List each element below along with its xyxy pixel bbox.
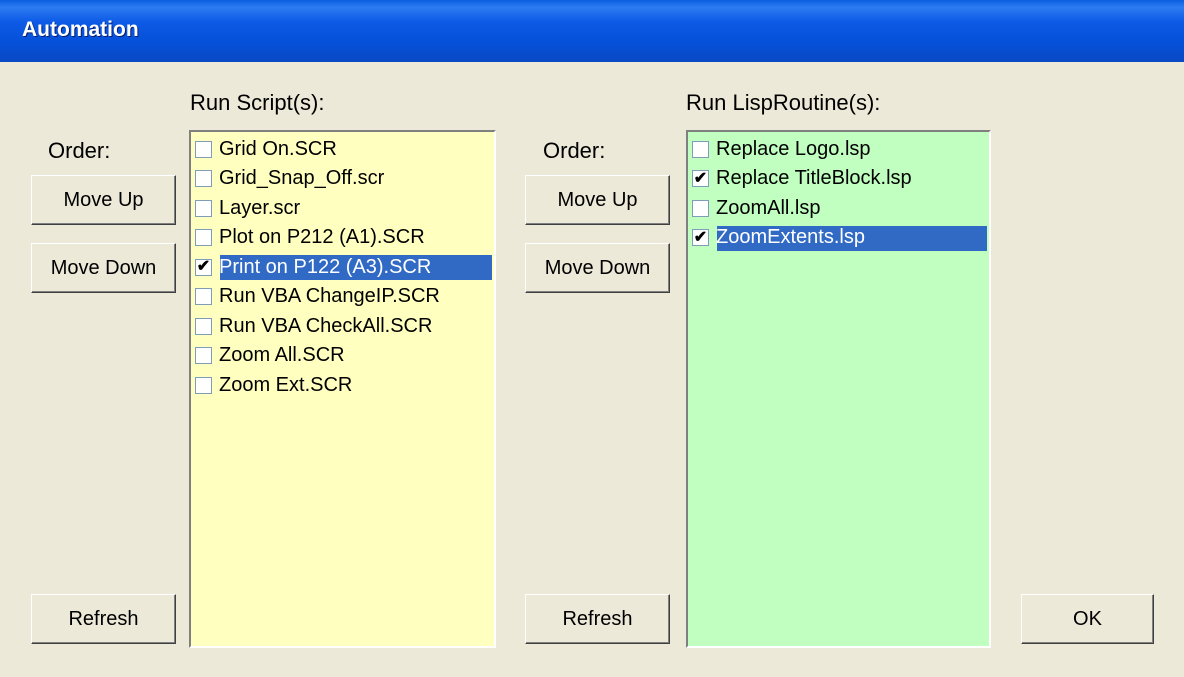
list-item-label: Grid_Snap_Off.scr <box>219 167 385 189</box>
list-item-label: Replace TitleBlock.lsp <box>716 167 912 189</box>
list-item[interactable]: Plot on P212 (A1).SCR <box>195 225 427 251</box>
list-item[interactable]: ✔ Replace TitleBlock.lsp <box>692 166 914 192</box>
checkbox[interactable] <box>195 199 212 217</box>
list-item[interactable]: Grid On.SCR <box>195 136 339 162</box>
scripts-order-label: Order: <box>48 138 111 163</box>
list-item-label: Grid On.SCR <box>219 137 337 160</box>
scripts-refresh-button[interactable]: Refresh <box>31 594 176 644</box>
checkbox[interactable] <box>195 140 212 158</box>
list-item[interactable]: ZoomAll.lsp <box>692 195 822 221</box>
checkbox[interactable]: ✔ <box>692 170 709 187</box>
checkbox[interactable] <box>195 170 212 187</box>
checkbox[interactable] <box>195 288 212 305</box>
list-item-label: Plot on P212 (A1).SCR <box>219 226 425 248</box>
lisp-order-label: Order: <box>543 138 606 163</box>
list-item[interactable]: Run VBA CheckAll.SCR <box>195 313 434 339</box>
list-item-label: Replace Logo.lsp <box>716 137 871 160</box>
checkbox[interactable] <box>692 140 709 158</box>
lisp-refresh-button[interactable]: Refresh <box>525 594 670 644</box>
run-lisp-header: Run LispRoutine(s): <box>686 90 881 115</box>
list-item[interactable]: ✔ Print on P122 (A3).SCR <box>195 254 433 280</box>
title-bar[interactable]: Automation <box>0 0 1184 62</box>
list-item[interactable]: Replace Logo.lsp <box>692 136 873 162</box>
scripts-listbox[interactable]: Grid On.SCR Grid_Snap_Off.scr Layer.scr Plo… <box>189 130 496 648</box>
list-item-label: Run VBA CheckAll.SCR <box>219 314 433 337</box>
list-item-label: Run VBA ChangeIP.SCR <box>219 285 440 307</box>
list-item-label: ZoomAll.lsp <box>716 196 821 219</box>
checkbox[interactable]: ✔ <box>195 258 212 276</box>
ok-button[interactable]: OK <box>1021 594 1154 644</box>
checkbox[interactable] <box>195 376 212 394</box>
checkbox[interactable] <box>195 229 212 246</box>
lisp-move-down-button[interactable]: Move Down <box>525 243 670 293</box>
automation-dialog: Automation Run Script(s): Order: Move Up… <box>0 0 1184 677</box>
checkbox[interactable] <box>692 199 709 217</box>
list-item-label: Layer.scr <box>219 196 301 219</box>
list-item[interactable]: Zoom Ext.SCR <box>195 372 354 398</box>
list-item-label: Zoom Ext.SCR <box>219 373 353 396</box>
checkbox[interactable] <box>195 317 212 335</box>
run-scripts-header: Run Script(s): <box>190 90 325 115</box>
list-item-label: Zoom All.SCR <box>219 344 345 366</box>
scripts-move-down-button[interactable]: Move Down <box>31 243 176 293</box>
lisp-listbox[interactable]: Replace Logo.lsp ✔ Replace TitleBlock.lsp Z… <box>686 130 991 648</box>
list-item[interactable]: Layer.scr <box>195 195 302 221</box>
window-title: Automation <box>22 18 139 41</box>
scripts-move-up-button[interactable]: Move Up <box>31 175 176 225</box>
list-item[interactable]: Grid_Snap_Off.scr <box>195 166 386 192</box>
list-item-label: Print on P122 (A3).SCR <box>219 255 432 278</box>
list-item[interactable]: Zoom All.SCR <box>195 343 347 369</box>
checkbox[interactable] <box>195 347 212 364</box>
checkbox[interactable]: ✔ <box>692 229 709 246</box>
lisp-move-up-button[interactable]: Move Up <box>525 175 670 225</box>
list-item[interactable]: ✔ ZoomExtents.lsp <box>692 225 867 251</box>
list-item[interactable]: Run VBA ChangeIP.SCR <box>195 284 442 310</box>
list-item-label: ZoomExtents.lsp <box>716 226 865 248</box>
